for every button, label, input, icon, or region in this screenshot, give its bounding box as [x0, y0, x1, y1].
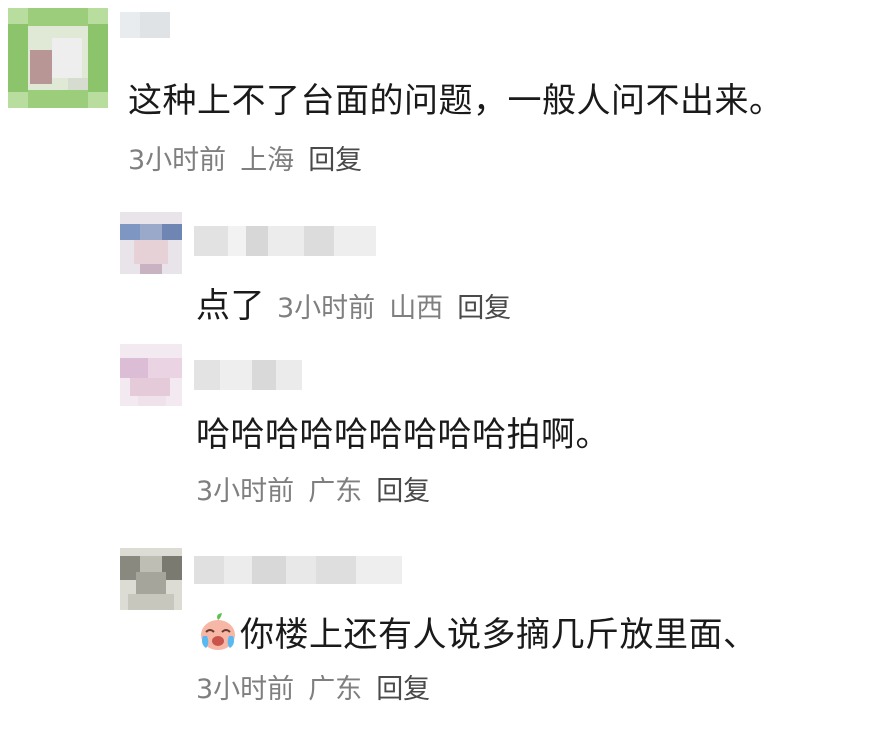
comment-meta: 3小时前 广东 回复 — [196, 676, 430, 703]
avatar[interactable] — [120, 212, 182, 274]
comment-time: 3小时前 — [277, 293, 376, 324]
comment-location: 山西 — [389, 293, 444, 324]
avatar[interactable] — [120, 548, 182, 610]
comment-location: 广东 — [308, 476, 363, 507]
avatar[interactable] — [120, 344, 182, 406]
avatar[interactable] — [8, 8, 108, 108]
comment-meta: 3小时前 广东 回复 — [196, 478, 430, 505]
comment-text: 哈哈哈哈哈哈哈哈哈拍啊。 — [196, 415, 610, 455]
comment-time: 3小时前 — [196, 674, 295, 705]
comment-location: 广东 — [308, 674, 363, 705]
reply-line: 点了 3小时前 山西 回复 — [196, 286, 511, 325]
username-blurred[interactable] — [120, 12, 170, 38]
comment-location: 上海 — [240, 145, 295, 176]
reply-button[interactable]: 回复 — [457, 293, 511, 324]
username-blurred[interactable] — [194, 360, 302, 390]
comment-text: 这种上不了台面的问题，一般人问不出来。 — [128, 81, 784, 121]
reply-button[interactable]: 回复 — [376, 476, 430, 507]
crying-laugh-emoji — [198, 612, 238, 652]
comment-time: 3小时前 — [196, 476, 295, 507]
comment-text: 你楼上还有人说多摘几斤放里面、 — [240, 615, 758, 655]
username-blurred[interactable] — [194, 556, 402, 584]
reply-button[interactable]: 回复 — [308, 145, 362, 176]
comment-time: 3小时前 — [128, 145, 227, 176]
comment-text-row: 你楼上还有人说多摘几斤放里面、 — [198, 612, 758, 652]
comment-text: 点了 — [196, 286, 265, 326]
username-blurred[interactable] — [194, 226, 376, 256]
comment-meta: 3小时前 上海 回复 — [128, 147, 362, 174]
reply-button[interactable]: 回复 — [376, 674, 430, 705]
